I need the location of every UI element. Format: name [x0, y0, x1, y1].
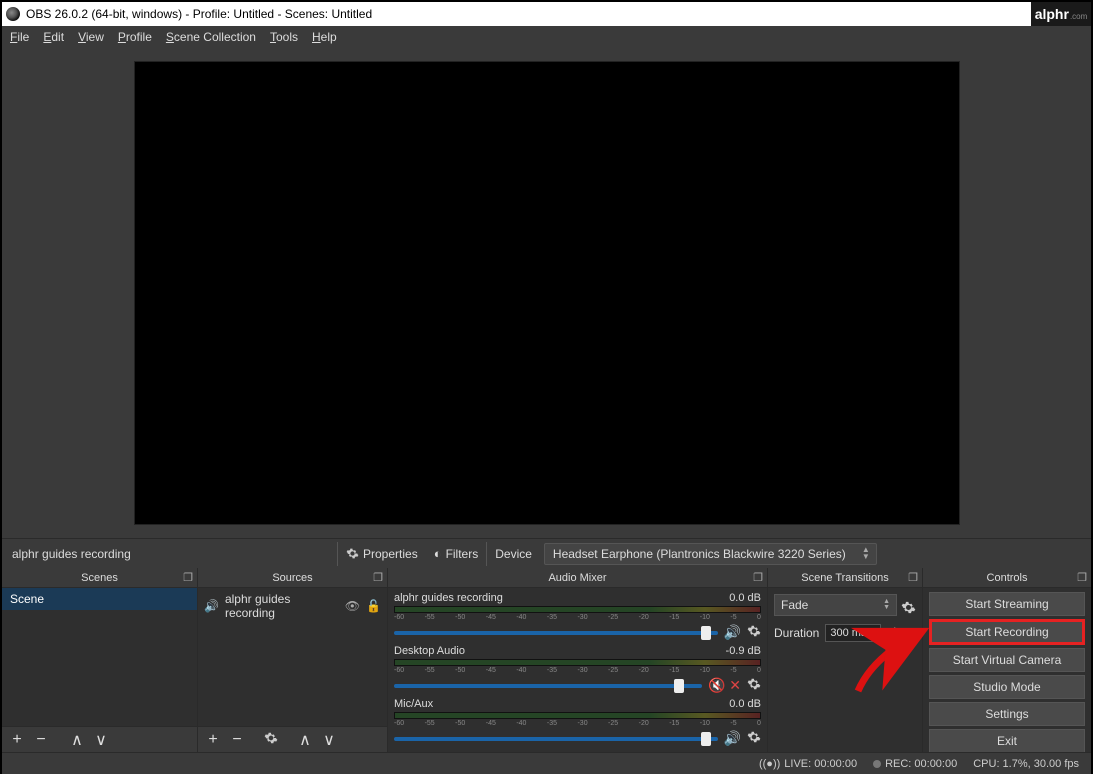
record-dot-icon	[873, 760, 881, 768]
window-title: OBS 26.0.2 (64-bit, windows) - Profile: …	[26, 7, 372, 21]
controls-header: Controls	[987, 572, 1028, 584]
channel-db: -0.9 dB	[726, 645, 761, 657]
menu-edit[interactable]: Edit	[43, 30, 64, 44]
obs-app-icon	[6, 7, 20, 21]
start-streaming-button[interactable]: Start Streaming	[929, 592, 1085, 616]
menu-profile[interactable]: Profile	[118, 30, 152, 44]
channel-settings-button[interactable]	[747, 624, 761, 641]
lock-icon[interactable]: 🔓	[366, 599, 381, 613]
titlebar: OBS 26.0.2 (64-bit, windows) - Profile: …	[2, 2, 1091, 26]
statusbar: ((●))LIVE: 00:00:00 REC: 00:00:00 CPU: 1…	[2, 752, 1091, 774]
broadcast-icon: ((●))	[759, 758, 780, 770]
duration-label: Duration	[774, 626, 819, 640]
scenes-dock: Scenes ❐ Scene + − ∧ ∨	[2, 568, 198, 752]
visibility-icon[interactable]: 👁	[345, 599, 360, 613]
menu-scene-collection[interactable]: Scene Collection	[166, 30, 256, 44]
duration-input[interactable]: 300 ms	[825, 624, 881, 642]
channel-settings-button[interactable]	[747, 677, 761, 694]
selected-source-label: alphr guides recording	[2, 547, 337, 561]
volume-slider[interactable]	[394, 631, 718, 635]
exit-button[interactable]: Exit	[929, 729, 1085, 752]
live-status: ((●))LIVE: 00:00:00	[759, 758, 857, 770]
source-toolbar: alphr guides recording Properties ◐ Filt…	[2, 538, 1091, 568]
menu-help[interactable]: Help	[312, 30, 337, 44]
preview-canvas[interactable]	[134, 61, 960, 525]
channel-name: Desktop Audio	[394, 645, 465, 657]
scenes-header: Scenes	[81, 572, 118, 584]
device-label: Device	[487, 547, 540, 561]
transition-select[interactable]: Fade ▲▼	[774, 594, 897, 616]
mixer-channel: alphr guides recording0.0 dB -60-55-50-4…	[394, 592, 761, 641]
vu-meter	[394, 712, 761, 719]
source-properties-button[interactable]	[262, 731, 280, 748]
properties-button[interactable]: Properties	[338, 547, 426, 561]
menubar: File Edit View Profile Scene Collection …	[2, 26, 1091, 48]
add-scene-button[interactable]: +	[8, 731, 26, 749]
source-down-button[interactable]: ∨	[320, 730, 338, 750]
volume-slider[interactable]	[394, 684, 702, 688]
transitions-header: Scene Transitions	[801, 572, 888, 584]
sources-header: Sources	[272, 572, 312, 584]
remove-source-button[interactable]: −	[228, 731, 246, 749]
sources-dock: Sources❐ 🔊 alphr guides recording 👁 🔓 + …	[198, 568, 388, 752]
cpu-status: CPU: 1.7%, 30.00 fps	[973, 758, 1079, 770]
mixer-header: Audio Mixer	[548, 572, 606, 584]
vu-meter	[394, 606, 761, 613]
remove-scene-button[interactable]: −	[32, 731, 50, 749]
studio-mode-button[interactable]: Studio Mode	[929, 675, 1085, 699]
popout-icon[interactable]: ❐	[753, 571, 763, 584]
filters-button[interactable]: ◐ Filters	[426, 546, 487, 561]
scene-up-button[interactable]: ∧	[68, 730, 86, 750]
updown-icon: ▲▼	[862, 546, 870, 560]
filters-icon: ◐	[434, 546, 442, 561]
gear-icon	[346, 547, 359, 560]
popout-icon[interactable]: ❐	[1077, 571, 1087, 584]
mixer-channel: Desktop Audio-0.9 dB -60-55-50-45-40-35-…	[394, 645, 761, 694]
updown-icon[interactable]: ▲▼	[891, 627, 898, 639]
transitions-dock: Scene Transitions ❐ Fade ▲▼ Duration 300 …	[768, 568, 923, 752]
source-up-button[interactable]: ∧	[296, 730, 314, 750]
menu-file[interactable]: File	[10, 30, 29, 44]
rec-status: REC: 00:00:00	[873, 758, 957, 770]
audio-mixer-dock: Audio Mixer ❐ alphr guides recording 0.0 d…	[388, 568, 768, 752]
mute-button[interactable]: 🔊	[724, 624, 741, 641]
updown-icon: ▲▼	[883, 599, 890, 611]
menu-tools[interactable]: Tools	[270, 30, 298, 44]
mute-button[interactable]: 🔇 ✕	[708, 677, 741, 694]
mixer-channel: Mic/Aux0.0 dB -60-55-50-45-40-35-30-25-2…	[394, 698, 761, 747]
alphr-logo: alphr.com	[1031, 2, 1091, 26]
vu-meter	[394, 659, 761, 666]
popout-icon[interactable]: ❐	[183, 571, 193, 584]
controls-dock: Controls ❐ Start Streaming Start Recording…	[923, 568, 1091, 752]
channel-name: alphr guides recording	[394, 592, 503, 604]
scene-down-button[interactable]: ∨	[92, 730, 110, 750]
channel-settings-button[interactable]	[747, 730, 761, 747]
scene-item[interactable]: Scene	[2, 588, 197, 610]
menu-view[interactable]: View	[78, 30, 104, 44]
mute-button[interactable]: 🔊	[724, 730, 741, 747]
settings-button[interactable]: Settings	[929, 702, 1085, 726]
device-select[interactable]: Headset Earphone (Plantronics Blackwire …	[544, 543, 877, 565]
transition-properties-button[interactable]	[901, 600, 916, 618]
volume-slider[interactable]	[394, 737, 718, 741]
channel-db: 0.0 dB	[729, 698, 761, 710]
start-recording-button[interactable]: Start Recording	[929, 619, 1085, 645]
popout-icon[interactable]: ❐	[373, 571, 383, 584]
channel-name: Mic/Aux	[394, 698, 433, 710]
start-virtual-camera-button[interactable]: Start Virtual Camera	[929, 648, 1085, 672]
preview-area	[2, 48, 1091, 538]
add-source-button[interactable]: +	[204, 731, 222, 749]
speaker-icon: 🔊	[204, 599, 219, 613]
channel-db: 0.0 dB	[729, 592, 761, 604]
popout-icon[interactable]: ❐	[908, 571, 918, 584]
source-item[interactable]: 🔊 alphr guides recording 👁 🔓	[198, 588, 387, 624]
